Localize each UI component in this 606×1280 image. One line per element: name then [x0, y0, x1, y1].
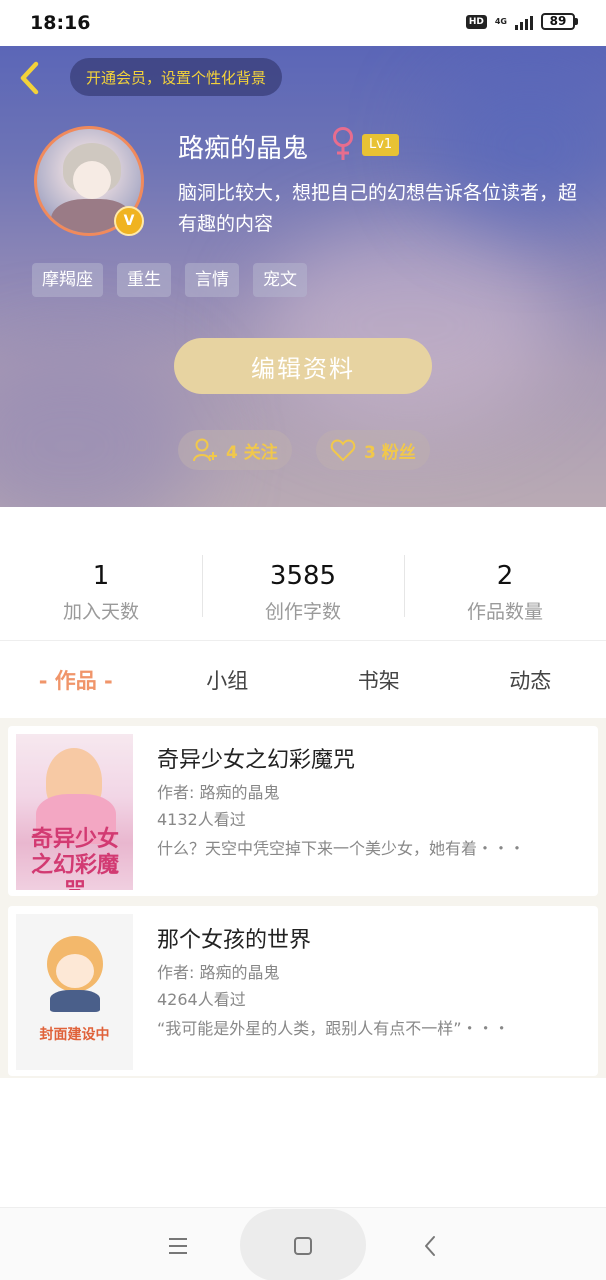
- following-count: 4 关注: [226, 442, 278, 463]
- stat-days: 1 加入天数: [0, 537, 202, 623]
- book-info: 那个女孩的世界 作者: 路痴的晶鬼 4264人看过 “我可能是外星的人类，跟别人…: [157, 926, 587, 1040]
- status-time: 18:16: [30, 12, 91, 34]
- female-icon: [333, 127, 353, 160]
- stat-words: 3585 创作字数: [202, 537, 404, 623]
- tab-bookshelf[interactable]: 书架: [303, 665, 455, 695]
- user-bio: 脑洞比较大，想把自己的幻想告诉各位读者，超有趣的内容: [178, 182, 578, 235]
- tab-works[interactable]: - 作品 -: [0, 665, 152, 695]
- back-button[interactable]: [12, 58, 48, 98]
- book-author: 作者: 路痴的晶鬼: [157, 963, 280, 982]
- battery-level: 89: [541, 13, 575, 30]
- stat-label: 作品数量: [466, 601, 543, 623]
- book-description: 什么？天空中凭空掉下来一个美少女，她有着・・・: [157, 839, 526, 858]
- list-item[interactable]: 奇异少女之幻彩魔咒 奇异少女之幻彩魔咒 作者: 路痴的晶鬼 4132人看过 什么…: [8, 726, 598, 896]
- back-chevron-icon: [425, 1236, 435, 1256]
- book-author: 作者: 路痴的晶鬼: [157, 783, 280, 802]
- tab-activity[interactable]: 动态: [455, 665, 606, 695]
- heart-icon: [330, 439, 356, 462]
- system-nav-bar: [0, 1207, 606, 1280]
- status-bar: 18:16 HD 4G 89: [0, 0, 606, 46]
- book-cover[interactable]: 封面建设中: [16, 914, 133, 1070]
- book-info: 奇异少女之幻彩魔咒 作者: 路痴的晶鬼 4132人看过 什么？天空中凭空掉下来一…: [157, 746, 587, 860]
- tag: 摩羯座: [32, 263, 103, 297]
- tag: 重生: [117, 263, 171, 297]
- battery-icon: 89: [541, 13, 578, 30]
- add-user-icon: [193, 438, 217, 462]
- stat-value: 3585: [269, 561, 337, 591]
- list-item[interactable]: 封面建设中 那个女孩的世界 作者: 路痴的晶鬼 4264人看过 “我可能是外星的…: [8, 906, 598, 1076]
- hd-badge: HD: [465, 14, 487, 29]
- home-square-icon: [294, 1237, 312, 1255]
- cover-placeholder-label: 封面建设中: [39, 1027, 110, 1043]
- stat-label: 加入天数: [62, 601, 139, 623]
- verified-badge: V: [114, 206, 144, 236]
- tag: 宠文: [253, 263, 307, 297]
- back-nav-button[interactable]: [412, 1228, 448, 1264]
- profile-header: 开通会员，设置个性化背景 V 路痴的晶鬼 Lv1 脑洞比较大，想把自己的幻想告诉…: [0, 46, 606, 507]
- book-title[interactable]: 奇异少女之幻彩魔咒: [157, 746, 587, 776]
- stats-row: 1 加入天数 3585 创作字数 2 作品数量: [0, 537, 606, 623]
- tab-groups[interactable]: 小组: [152, 665, 304, 695]
- menu-button[interactable]: [160, 1228, 196, 1264]
- network-label: 4G: [494, 16, 507, 26]
- menu-icon: [169, 1238, 187, 1254]
- stat-value: 1: [92, 561, 110, 591]
- edit-profile-button[interactable]: 编辑资料: [174, 338, 432, 394]
- book-views: 4264人看过: [157, 990, 246, 1009]
- tag-list: 摩羯座 重生 言情 宠文: [32, 263, 307, 297]
- signal-icon: [515, 14, 533, 30]
- works-list: 奇异少女之幻彩魔咒 奇异少女之幻彩魔咒 作者: 路痴的晶鬼 4132人看过 什么…: [0, 718, 606, 1078]
- level-badge: Lv1: [362, 134, 400, 156]
- fans-button[interactable]: 3 粉丝: [316, 430, 430, 470]
- stat-value: 2: [496, 561, 514, 591]
- tag: 言情: [185, 263, 239, 297]
- status-indicators: HD 4G 89: [465, 13, 578, 30]
- stat-label: 创作字数: [264, 601, 341, 623]
- vip-background-banner[interactable]: 开通会员，设置个性化背景: [70, 58, 283, 96]
- book-description: “我可能是外星的人类，跟别人有点不一样”・・・: [157, 1019, 510, 1038]
- following-button[interactable]: 4 关注: [178, 430, 292, 470]
- chevron-left-icon: [20, 61, 39, 95]
- content-tabs: - 作品 - 小组 书架 动态: [0, 640, 606, 718]
- book-views: 4132人看过: [157, 810, 246, 829]
- book-title[interactable]: 那个女孩的世界: [157, 926, 587, 956]
- user-name: 路痴的晶鬼: [178, 134, 309, 164]
- stat-works: 2 作品数量: [404, 537, 606, 623]
- cover-title: 奇异少女之幻彩魔咒: [30, 826, 119, 890]
- home-button[interactable]: [285, 1228, 321, 1264]
- fans-count: 3 粉丝: [364, 442, 416, 463]
- book-cover[interactable]: 奇异少女之幻彩魔咒: [16, 734, 133, 890]
